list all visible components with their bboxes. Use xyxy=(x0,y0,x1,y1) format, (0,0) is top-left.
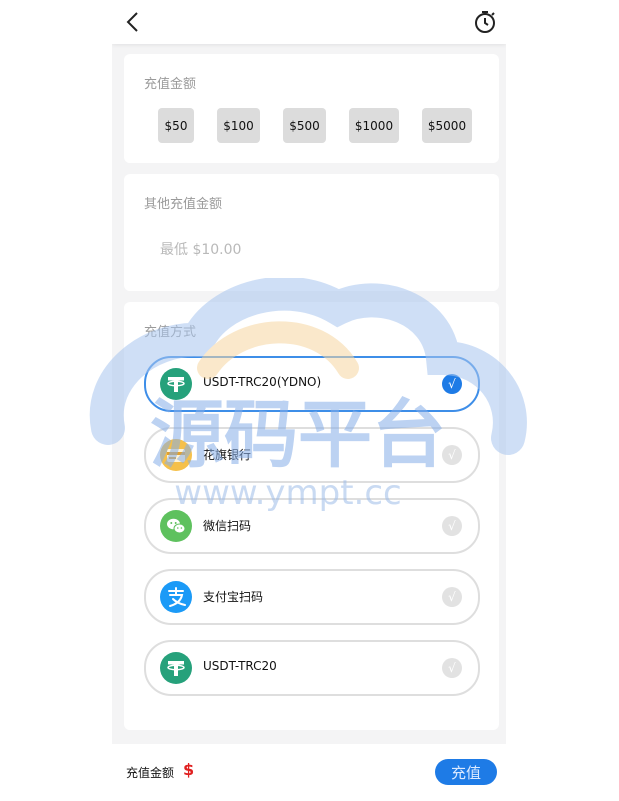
payment-method-title: 充值方式 xyxy=(144,325,197,340)
method-usdt-trc20-ydno[interactable]: USDT-TRC20(YDNO) √ xyxy=(144,356,480,412)
method-label: USDT-TRC20(YDNO) xyxy=(203,375,322,389)
tether-icon xyxy=(160,652,192,684)
other-amount-card: 其他充值金额 xyxy=(124,174,499,291)
wechat-icon xyxy=(160,510,192,542)
other-amount-title: 其他充值金额 xyxy=(144,197,223,212)
amount-option-5000[interactable]: $5000 xyxy=(422,108,472,143)
currency-symbol: $ xyxy=(183,760,195,779)
timer-icon xyxy=(475,11,495,33)
bank-card-icon xyxy=(160,439,192,471)
recharge-page: 充值金额 $50 $100 $500 $1000 $5000 其他充值金额 充值… xyxy=(112,0,506,801)
amount-option-50[interactable]: $50 xyxy=(158,108,194,143)
method-label: USDT-TRC20 xyxy=(203,659,277,673)
alipay-icon xyxy=(160,581,192,613)
method-label: 支付宝扫码 xyxy=(203,590,264,604)
bottom-bar: 充值金额 $ 充值 xyxy=(112,744,506,801)
amount-option-100[interactable]: $100 xyxy=(217,108,260,143)
amount-option-1000[interactable]: $1000 xyxy=(349,108,399,143)
top-bar xyxy=(112,0,506,44)
check-icon: √ xyxy=(442,445,462,465)
check-icon: √ xyxy=(442,658,462,678)
amount-option-500[interactable]: $500 xyxy=(283,108,326,143)
amount-section-title: 充值金额 xyxy=(144,77,197,92)
method-usdt-trc20[interactable]: USDT-TRC20 √ xyxy=(144,640,480,696)
check-icon: √ xyxy=(442,516,462,536)
tether-icon xyxy=(160,368,192,400)
method-citibank[interactable]: 花旗银行 √ xyxy=(144,427,480,483)
history-button[interactable] xyxy=(472,9,498,35)
other-amount-input[interactable] xyxy=(160,238,460,262)
total-label: 充值金额 xyxy=(126,766,175,780)
recharge-submit-button[interactable]: 充值 xyxy=(435,759,497,785)
chevron-left-icon xyxy=(126,12,138,32)
check-icon: √ xyxy=(442,374,462,394)
payment-method-card: 充值方式 USDT-TRC20(YDNO) √ 花旗银行 √ 微信扫码 √ 支付… xyxy=(124,302,499,730)
method-label: 花旗银行 xyxy=(203,448,252,462)
method-wechat-scan[interactable]: 微信扫码 √ xyxy=(144,498,480,554)
amount-card: 充值金额 $50 $100 $500 $1000 $5000 xyxy=(124,54,499,163)
check-icon: √ xyxy=(442,587,462,607)
back-button[interactable] xyxy=(122,10,146,34)
method-alipay-scan[interactable]: 支付宝扫码 √ xyxy=(144,569,480,625)
method-label: 微信扫码 xyxy=(203,519,252,533)
